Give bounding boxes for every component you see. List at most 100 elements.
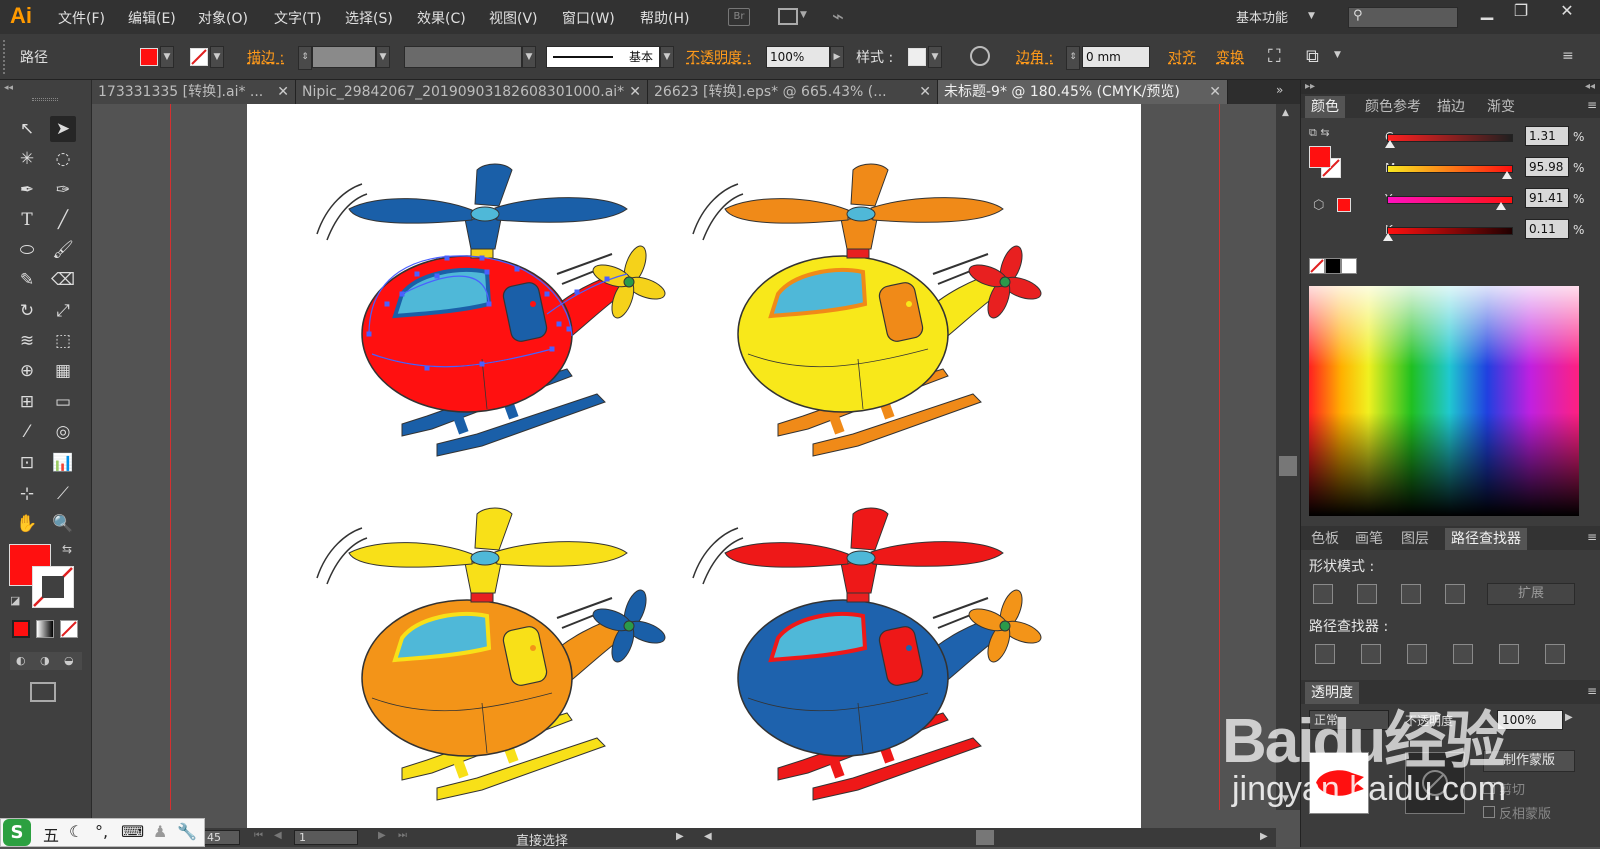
scroll-thumb[interactable]	[976, 830, 994, 845]
close-icon[interactable]: ✕	[629, 80, 641, 104]
color-spectrum[interactable]	[1309, 286, 1579, 516]
brush-dropdown[interactable]: ▼	[660, 46, 674, 68]
zoom-field[interactable]: 45	[204, 830, 240, 845]
variable-width-field[interactable]	[404, 46, 522, 68]
prev-artboard-icon[interactable]: ◀	[274, 830, 282, 841]
recolor-artwork-icon[interactable]	[970, 46, 990, 66]
channel-slider-k[interactable]	[1387, 227, 1513, 235]
style-dropdown[interactable]: ▼	[928, 46, 942, 68]
tab-document-2[interactable]: Nipic_29842067_20190903182608301000.ai* ✕	[296, 80, 648, 104]
helicopter[interactable]	[316, 163, 668, 457]
curvature-tool-icon[interactable]: ✑	[50, 177, 76, 203]
panel-menu-icon[interactable]: ≡	[1587, 684, 1597, 698]
slider-knob-m[interactable]	[1502, 171, 1513, 179]
panel-menu-icon[interactable]: ≡	[1587, 530, 1597, 544]
menu-type[interactable]: 文字(T)	[274, 8, 321, 28]
wrench-icon[interactable]: 🔧	[177, 822, 197, 841]
panel-fill-swatch[interactable]	[1309, 146, 1331, 168]
none-swatch[interactable]	[1309, 258, 1325, 274]
out-of-gamut-icon[interactable]: ⬡	[1313, 198, 1324, 213]
menu-file[interactable]: 文件(F)	[58, 8, 105, 28]
menu-window[interactable]: 窗口(W)	[562, 8, 615, 28]
arrange-documents-icon[interactable]	[778, 8, 798, 25]
default-colors-icon[interactable]: ◪	[10, 594, 20, 607]
tab-document-1[interactable]: 173331335 [转换].ai* ... ✕	[92, 80, 296, 104]
help-search-input[interactable]: ⚲	[1348, 7, 1458, 28]
first-artboard-icon[interactable]: ⏮	[254, 830, 263, 841]
panel-menu-icon[interactable]: ≡	[1562, 48, 1574, 64]
close-button[interactable]: ✕	[1550, 0, 1584, 24]
gradient-tool-icon[interactable]: ▭	[50, 389, 76, 415]
tab-document-3[interactable]: 26623 [转换].eps* @ 665.43% (... ✕	[648, 80, 938, 104]
crop-icon[interactable]	[1453, 644, 1473, 664]
close-icon[interactable]: ✕	[277, 80, 289, 104]
helicopter[interactable]	[692, 507, 1044, 801]
expand-button[interactable]: 扩展	[1487, 583, 1575, 605]
gradient-mode-button[interactable]	[36, 620, 54, 638]
draw-normal-icon[interactable]: ◐	[16, 654, 26, 667]
tab-color[interactable]: 颜色	[1305, 96, 1345, 118]
channel-value-y[interactable]: 91.41	[1525, 188, 1569, 208]
selection-tool-icon[interactable]: ↖	[14, 116, 40, 142]
stroke-label[interactable]: 描边 :	[247, 47, 284, 67]
scroll-left-icon[interactable]: ◀	[704, 831, 712, 842]
lasso-tool-icon[interactable]: ◌	[50, 146, 76, 172]
chevron-down-icon[interactable]: ▼	[1308, 11, 1315, 21]
menu-edit[interactable]: 编辑(E)	[128, 8, 176, 28]
current-tool-status[interactable]: 直接选择	[516, 830, 568, 849]
channel-slider-y[interactable]	[1387, 196, 1513, 204]
symbol-sprayer-tool-icon[interactable]: ⊡	[14, 450, 40, 476]
channel-value-m[interactable]: 95.98	[1525, 157, 1569, 177]
line-tool-icon[interactable]: ╱	[50, 207, 76, 233]
more-tabs-icon[interactable]: »	[1276, 83, 1283, 97]
chevron-down-icon[interactable]: ▼	[800, 10, 807, 20]
skin-icon[interactable]: ♟	[153, 822, 167, 841]
perspective-grid-tool-icon[interactable]: ▦	[50, 358, 76, 384]
stroke-dropdown[interactable]: ▼	[210, 46, 224, 68]
divide-icon[interactable]	[1315, 644, 1335, 664]
menu-effect[interactable]: 效果(C)	[417, 8, 466, 28]
sogou-logo-icon[interactable]: S	[3, 819, 31, 846]
stroke-weight-dropdown[interactable]: ▼	[376, 46, 390, 68]
transform-label[interactable]: 变换	[1216, 47, 1244, 67]
helicopter[interactable]	[692, 163, 1044, 457]
merge-icon[interactable]	[1407, 644, 1427, 664]
align-label[interactable]: 对齐	[1168, 47, 1196, 67]
slider-knob-c[interactable]	[1384, 140, 1395, 148]
minimize-button[interactable]: ▁	[1470, 0, 1504, 24]
helicopter[interactable]	[316, 507, 668, 801]
stroke-color-box[interactable]	[32, 566, 74, 608]
channel-value-c[interactable]: 1.31	[1525, 126, 1569, 146]
corner-radius-field[interactable]: 0 mm	[1082, 46, 1150, 68]
channel-slider-c[interactable]	[1387, 134, 1513, 142]
column-graph-tool-icon[interactable]: 📊	[50, 450, 76, 476]
stroke-weight-field[interactable]	[312, 46, 376, 68]
draw-behind-icon[interactable]: ◑	[40, 654, 50, 667]
tab-gradient[interactable]: 渐变	[1481, 96, 1521, 118]
stroke-weight-stepper[interactable]: ⇕	[298, 46, 312, 70]
workspace-switcher[interactable]: 基本功能	[1236, 7, 1288, 26]
unite-icon[interactable]	[1313, 584, 1333, 604]
blend-tool-icon[interactable]: ◎	[50, 419, 76, 445]
channel-slider-m[interactable]	[1387, 165, 1513, 173]
tab-color-guide[interactable]: 颜色参考	[1359, 96, 1427, 118]
draw-inside-icon[interactable]: ◒	[64, 654, 74, 667]
paintbrush-tool-icon[interactable]: 🖌	[50, 237, 76, 263]
eraser-tool-icon[interactable]: ⌫	[50, 267, 76, 293]
hand-tool-icon[interactable]: ✋	[14, 511, 40, 537]
minus-front-icon[interactable]	[1357, 584, 1377, 604]
punctuation-icon[interactable]: °,	[95, 822, 108, 841]
artboard-number-field[interactable]: 1	[294, 830, 358, 845]
collapse-icon[interactable]: ◂◂	[4, 83, 13, 93]
intersect-icon[interactable]	[1401, 584, 1421, 604]
menu-select[interactable]: 选择(S)	[345, 8, 393, 28]
swap-fill-stroke-icon[interactable]: ⧉ ⇆	[1309, 126, 1330, 140]
ellipse-tool-icon[interactable]: ⬭	[14, 237, 40, 263]
artboard-tool-icon[interactable]: ⊹	[14, 481, 40, 507]
magic-wand-tool-icon[interactable]: ✳	[14, 146, 40, 172]
shape-builder-tool-icon[interactable]: ⊕	[14, 358, 40, 384]
status-menu-icon[interactable]: ▶	[676, 831, 684, 842]
scroll-up-icon[interactable]: ▲	[1282, 108, 1289, 118]
none-mode-button[interactable]	[60, 620, 78, 638]
corner-stepper[interactable]: ⇕	[1066, 46, 1080, 70]
